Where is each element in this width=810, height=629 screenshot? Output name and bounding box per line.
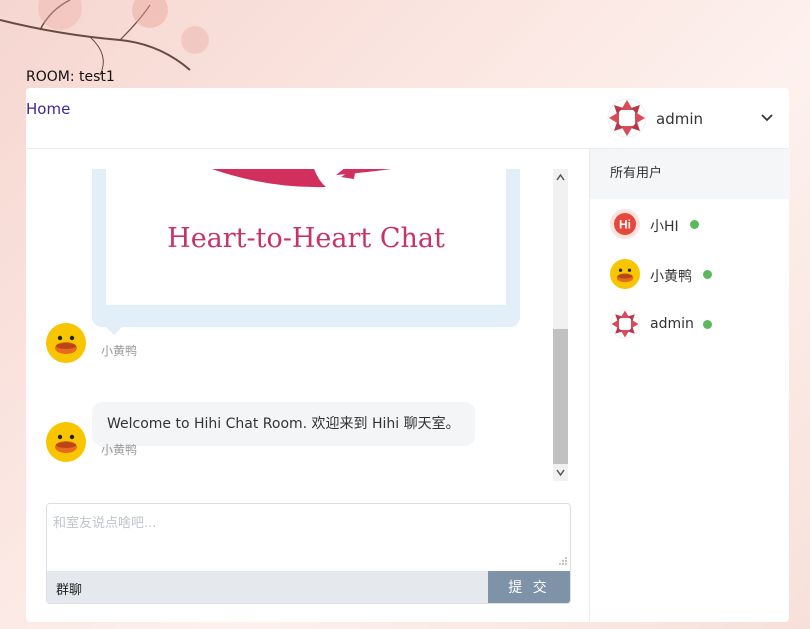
user-menu[interactable]: admin bbox=[607, 98, 777, 138]
heart-logo-graphic bbox=[212, 169, 392, 188]
room-title: ROOM: test1 bbox=[26, 69, 115, 85]
chat-mode-label: 群聊 bbox=[56, 583, 83, 598]
user-list-item[interactable]: Hi 小HI bbox=[590, 199, 790, 249]
chat-area: Heart-to-Heart Chat 小黄鸭 Welcome to Hihi … bbox=[26, 149, 589, 622]
scroll-up-arrow-icon[interactable] bbox=[553, 169, 568, 186]
image-caption: Heart-to-Heart Chat bbox=[167, 223, 445, 254]
red-triangles-avatar-icon bbox=[607, 98, 647, 138]
text-message-bubble[interactable]: Welcome to Hihi Chat Room. 欢迎来到 Hihi 聊天室… bbox=[92, 402, 475, 446]
chat-image: Heart-to-Heart Chat bbox=[106, 169, 506, 305]
background-branch-decoration bbox=[0, 0, 209, 76]
yellow-duck-avatar-icon[interactable] bbox=[46, 422, 86, 462]
send-button[interactable]: 提 交 bbox=[488, 571, 570, 603]
online-status-dot bbox=[703, 270, 712, 279]
scroll-down-arrow-icon[interactable] bbox=[553, 464, 568, 481]
message-scrollbar[interactable] bbox=[553, 169, 568, 481]
message-list[interactable]: Heart-to-Heart Chat 小黄鸭 Welcome to Hihi … bbox=[26, 169, 556, 481]
svg-text:Hi: Hi bbox=[619, 218, 631, 232]
user-list-item[interactable]: admin bbox=[590, 299, 790, 349]
message-composer: 群聊 提 交 bbox=[46, 503, 571, 604]
message-sender: 小黄鸭 bbox=[101, 344, 138, 358]
scroll-thumb[interactable] bbox=[553, 329, 568, 464]
online-status-dot bbox=[690, 220, 699, 229]
message-sender: 小黄鸭 bbox=[101, 443, 138, 457]
home-link[interactable]: Home bbox=[26, 100, 70, 118]
user-name: 小黄鸭 bbox=[650, 269, 692, 285]
yellow-duck-avatar-icon bbox=[610, 259, 640, 289]
chevron-down-icon bbox=[761, 114, 773, 122]
user-name: 小HI bbox=[650, 219, 679, 235]
online-status-dot bbox=[703, 320, 712, 329]
yellow-duck-avatar-icon[interactable] bbox=[46, 323, 86, 363]
red-triangles-avatar-icon bbox=[610, 309, 640, 339]
sidebar-title: 所有用户 bbox=[590, 149, 790, 199]
user-list-item[interactable]: 小黄鸭 bbox=[590, 249, 790, 299]
image-message-bubble[interactable]: Heart-to-Heart Chat bbox=[92, 169, 520, 335]
bubble-tail bbox=[104, 325, 124, 335]
hi-logo-avatar-icon: Hi bbox=[610, 209, 640, 239]
chat-panel: Home admin Heart-to-Heart Chat 小黄鸭 Welco… bbox=[26, 88, 790, 622]
current-user-name: admin bbox=[656, 110, 703, 128]
user-sidebar: 所有用户 Hi 小HI 小黄鸭 admin bbox=[589, 149, 790, 622]
user-name: admin bbox=[650, 316, 694, 332]
resize-grip-icon[interactable] bbox=[558, 556, 568, 566]
header: Home admin bbox=[26, 88, 789, 149]
composer-toolbar: 群聊 提 交 bbox=[47, 571, 570, 603]
